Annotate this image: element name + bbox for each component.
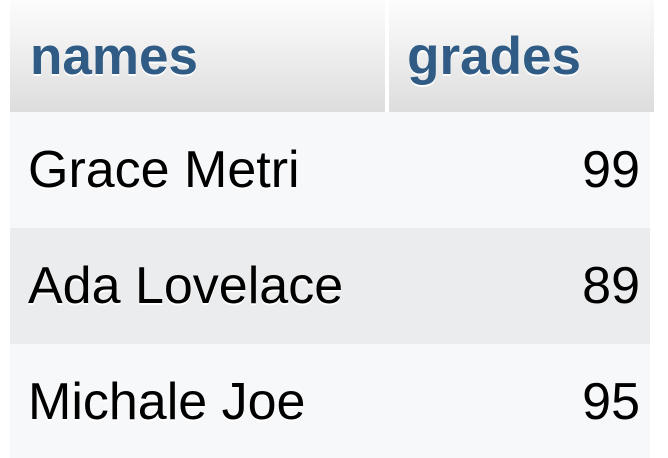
header-row: names grades — [10, 0, 650, 112]
grade-cell: 95 — [385, 344, 650, 458]
name-cell: Ada Lovelace — [10, 228, 386, 344]
table-header: names grades — [10, 0, 650, 112]
table-row: Michale Joe 95 — [10, 344, 650, 458]
table-row: Ada Lovelace 89 — [10, 228, 650, 344]
grade-cell: 99 — [385, 112, 650, 228]
grade-cell: 89 — [385, 228, 650, 344]
name-text: Michale Joe — [28, 373, 306, 431]
column-header-names[interactable]: names — [10, 0, 386, 112]
table-right-edge — [650, 0, 668, 458]
next-column-header-sliver — [650, 0, 654, 112]
name-cell: Grace Metri — [10, 112, 386, 228]
name-cell: Michale Joe — [10, 344, 386, 458]
name-text: Grace Metri — [28, 141, 300, 199]
table-row: Grace Metri 99 — [10, 112, 650, 228]
table-body: Grace Metri 99 Ada Lovelace 89 Michale J… — [10, 112, 650, 458]
grades-table-container: names grades Grace Metri 99 Ada Lovelace… — [10, 0, 668, 458]
column-header-grades[interactable]: grades — [385, 0, 650, 112]
grades-table: names grades Grace Metri 99 Ada Lovelace… — [10, 0, 650, 458]
name-text: Ada Lovelace — [28, 257, 344, 315]
